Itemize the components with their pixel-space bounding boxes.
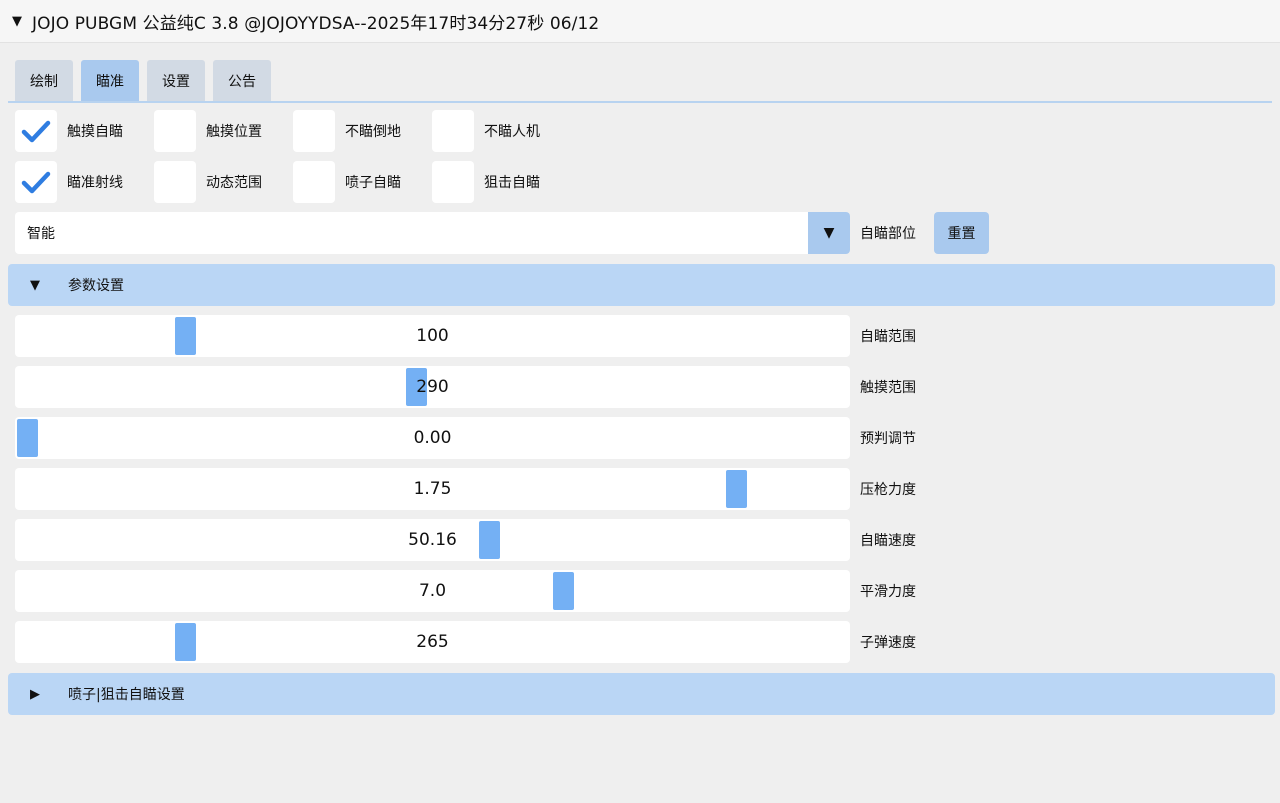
slider-row-touch-range: 290 触摸范围 — [15, 366, 916, 408]
slider-label: 平滑力度 — [860, 584, 916, 600]
checkbox-label: 不瞄人机 — [484, 124, 540, 140]
slider-row-bullet-speed: 265 子弹速度 — [15, 621, 916, 663]
checkbox-label: 不瞄倒地 — [345, 124, 401, 140]
section-title: 喷子|狙击自瞄设置 — [68, 687, 185, 703]
tab-settings[interactable]: 设置 — [147, 60, 205, 101]
slider-prediction[interactable]: 0.00 — [15, 417, 850, 459]
window-title: JOJO PUBGM 公益纯C 3.8 @JOJOYYDSA--2025年17时… — [32, 13, 600, 34]
slider-row-recoil: 1.75 压枪力度 — [15, 468, 916, 510]
checkbox[interactable] — [154, 110, 196, 152]
checkbox[interactable] — [432, 161, 474, 203]
slider-bullet-speed[interactable]: 265 — [15, 621, 850, 663]
slider-label: 触摸范围 — [860, 380, 916, 396]
slider-label: 预判调节 — [860, 431, 916, 447]
tab-aim[interactable]: 瞄准 — [81, 60, 139, 101]
checkbox-aim-ray: 瞄准射线 — [15, 161, 154, 203]
slider-value: 100 — [416, 326, 449, 346]
checkbox-ignore-downed: 不瞄倒地 — [293, 110, 432, 152]
slider-grab[interactable] — [553, 572, 575, 610]
tab-divider — [8, 101, 1272, 103]
checkbox-sniper-aim: 狙击自瞄 — [432, 161, 571, 203]
slider-grab[interactable] — [725, 470, 747, 508]
slider-grab[interactable] — [174, 623, 196, 661]
shotgun-sniper-settings-header[interactable]: ▶ 喷子|狙击自瞄设置 — [8, 673, 1275, 715]
checkbox[interactable] — [15, 110, 57, 152]
title-bar: ▼ JOJO PUBGM 公益纯C 3.8 @JOJOYYDSA--2025年1… — [0, 0, 1280, 43]
slider-value: 7.0 — [418, 581, 447, 601]
slider-aim-speed[interactable]: 50.16 — [15, 519, 850, 561]
slider-row-aim-speed: 50.16 自瞄速度 — [15, 519, 916, 561]
slider-row-prediction: 0.00 预判调节 — [15, 417, 916, 459]
collapse-arrow-icon[interactable]: ▼ — [12, 14, 32, 29]
param-settings-header[interactable]: ▼ 参数设置 — [8, 264, 1275, 306]
section-title: 参数设置 — [68, 278, 124, 294]
reset-button[interactable]: 重置 — [934, 212, 989, 254]
slider-smoothing[interactable]: 7.0 — [15, 570, 850, 612]
checkbox-ignore-bots: 不瞄人机 — [432, 110, 571, 152]
aim-part-row: 智能 ▼ 自瞄部位 重置 — [15, 212, 989, 254]
checkbox-row-1: 触摸自瞄 触摸位置 不瞄倒地 不瞄人机 — [15, 110, 571, 152]
aim-part-label: 自瞄部位 — [860, 226, 916, 242]
aim-part-value: 智能 — [27, 226, 55, 242]
dropdown-arrow-icon[interactable]: ▼ — [808, 212, 850, 254]
expand-arrow-icon: ▼ — [30, 277, 40, 293]
checkbox-row-2: 瞄准射线 动态范围 喷子自瞄 狙击自瞄 — [15, 161, 571, 203]
slider-row-smoothing: 7.0 平滑力度 — [15, 570, 916, 612]
slider-recoil[interactable]: 1.75 — [15, 468, 850, 510]
slider-value: 0.00 — [413, 428, 452, 448]
slider-label: 压枪力度 — [860, 482, 916, 498]
tab-notice[interactable]: 公告 — [213, 60, 271, 101]
checkbox[interactable] — [293, 161, 335, 203]
checkbox-touch-position: 触摸位置 — [154, 110, 293, 152]
slider-aim-range[interactable]: 100 — [15, 315, 850, 357]
checkbox-shotgun-aim: 喷子自瞄 — [293, 161, 432, 203]
checkbox-label: 触摸自瞄 — [67, 124, 123, 140]
slider-value: 265 — [416, 632, 449, 652]
slider-grab[interactable] — [17, 419, 38, 457]
checkbox[interactable] — [432, 110, 474, 152]
tab-bar: 绘制 瞄准 设置 公告 — [15, 60, 271, 101]
slider-grab[interactable] — [478, 521, 500, 559]
slider-label: 子弹速度 — [860, 635, 916, 651]
slider-value: 50.16 — [408, 530, 457, 550]
slider-grab[interactable] — [405, 368, 427, 406]
slider-grab[interactable] — [174, 317, 196, 355]
tab-draw[interactable]: 绘制 — [15, 60, 73, 101]
checkmark-icon — [21, 171, 51, 194]
checkbox-label: 动态范围 — [206, 175, 262, 191]
checkbox[interactable] — [154, 161, 196, 203]
checkmark-icon — [21, 120, 51, 143]
checkbox[interactable] — [293, 110, 335, 152]
checkbox[interactable] — [15, 161, 57, 203]
checkbox-label: 瞄准射线 — [67, 175, 123, 191]
checkbox-label: 触摸位置 — [206, 124, 262, 140]
slider-value: 1.75 — [413, 479, 452, 499]
checkbox-label: 喷子自瞄 — [345, 175, 401, 191]
aim-part-select[interactable]: 智能 ▼ — [15, 212, 850, 254]
slider-label: 自瞄速度 — [860, 533, 916, 549]
slider-row-aim-range: 100 自瞄范围 — [15, 315, 916, 357]
slider-touch-range[interactable]: 290 — [15, 366, 850, 408]
collapsed-arrow-icon: ▶ — [30, 686, 40, 702]
slider-label: 自瞄范围 — [860, 329, 916, 345]
slider-value: 290 — [416, 377, 449, 397]
checkbox-touch-aim: 触摸自瞄 — [15, 110, 154, 152]
checkbox-label: 狙击自瞄 — [484, 175, 540, 191]
checkbox-dynamic-range: 动态范围 — [154, 161, 293, 203]
